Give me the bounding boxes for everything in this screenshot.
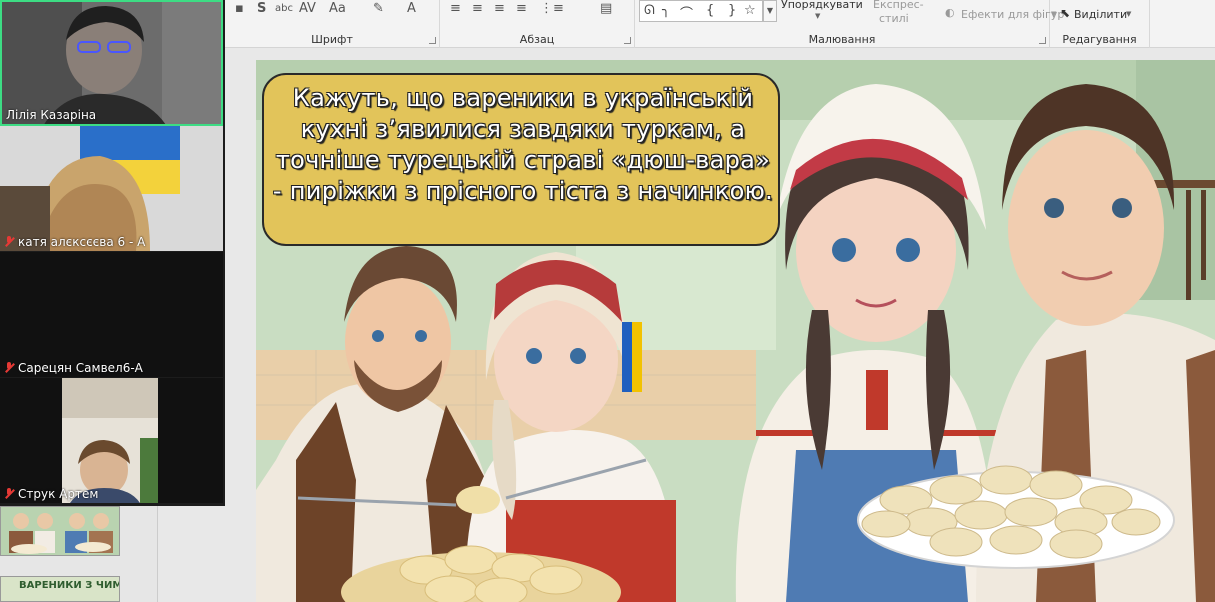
ribbon: ▪ S abc AV Aa ✎ A Шрифт ≡ ≡ ≡ ≡ ⋮≡ ▤ Абз…: [225, 0, 1215, 48]
left-brace-shape-icon[interactable]: {: [706, 3, 714, 18]
text-shadow-icon[interactable]: S: [257, 0, 266, 18]
participant-video: [62, 378, 158, 503]
strike-abc-icon[interactable]: abc: [275, 0, 293, 18]
participant-name: Лілія Казаріна: [6, 108, 97, 122]
font-dialog-launcher-icon[interactable]: [429, 37, 436, 44]
thumbnail-title: ВАРЕНИКИ З ЧИМ?: [19, 580, 120, 591]
ribbon-group-drawing: ᘏ ╮ ⌒ { } ☆ ▼ Упорядкувати ▼ Експрес- ст…: [635, 0, 1064, 48]
slide-callout-box[interactable]: Кажуть, що вареники в українській кухні …: [262, 73, 780, 246]
ribbon-group-paragraph: ≡ ≡ ≡ ≡ ⋮≡ ▤ Абзац: [440, 0, 635, 48]
change-case-icon[interactable]: Aa: [329, 0, 346, 18]
smartart-icon[interactable]: ▤: [600, 0, 612, 18]
char-spacing-icon[interactable]: AV: [299, 0, 316, 18]
muted-mic-icon: [4, 488, 14, 499]
highlight-icon[interactable]: ✎: [373, 0, 384, 18]
paragraph-dialog-launcher-icon[interactable]: [624, 37, 631, 44]
arrange-button[interactable]: Упорядкувати: [781, 0, 863, 11]
quick-styles-button-line2: стилі: [879, 12, 909, 25]
participant-name-text: Струк Артем: [18, 487, 99, 501]
arc-shape-icon[interactable]: ⌒: [680, 3, 693, 22]
star-shape-icon[interactable]: ☆: [744, 3, 756, 18]
curve-shape-icon[interactable]: ╮: [662, 3, 670, 18]
participant-name: Сарецян Самвел6-А: [4, 361, 143, 375]
slide-thumbnail[interactable]: ВАРЕНИКИ З ЧИМ?: [0, 576, 120, 602]
participants-panel: Лілія Казаріна катя алєксєєва 6 - А Саре…: [0, 0, 225, 506]
ribbon-group-label: Абзац: [519, 33, 555, 46]
participant-name-text: Сарецян Самвел6-А: [18, 361, 143, 375]
participant-name: Струк Артем: [4, 487, 98, 501]
align-right-icon[interactable]: ≡: [494, 0, 505, 18]
participant-name: катя алєксєєва 6 - А: [4, 235, 145, 249]
participant-tile[interactable]: Струк Артем: [0, 378, 223, 503]
participant-tile[interactable]: Лілія Казаріна: [0, 0, 223, 126]
app-window: ▪ S abc AV Aa ✎ A Шрифт ≡ ≡ ≡ ≡ ⋮≡ ▤ Абз…: [0, 0, 1215, 602]
strikethrough-icon[interactable]: ▪: [235, 0, 244, 18]
justify-icon[interactable]: ≡: [516, 0, 527, 18]
right-brace-shape-icon[interactable]: }: [728, 3, 736, 18]
slide-thumbnail-pane: ВАРЕНИКИ З ЧИМ?: [0, 506, 158, 602]
ribbon-group-label: Редагування: [1062, 33, 1137, 46]
select-dropdown-icon[interactable]: ▼: [1126, 10, 1131, 18]
participant-video: [0, 126, 223, 251]
shape-effects-icon[interactable]: ◐: [945, 6, 955, 19]
select-button[interactable]: Виділити: [1074, 8, 1127, 21]
participant-tile[interactable]: Сарецян Самвел6-А: [0, 252, 223, 377]
slide-callout-text: Кажуть, що вареники в українській кухні …: [272, 84, 774, 205]
quick-styles-button[interactable]: Експрес-: [873, 0, 924, 11]
freeform-shape-icon[interactable]: ᘏ: [644, 3, 655, 18]
font-color-icon[interactable]: A: [407, 0, 416, 18]
align-left-icon[interactable]: ≡: [450, 0, 461, 18]
ribbon-group-font: ▪ S abc AV Aa ✎ A Шрифт: [225, 0, 440, 48]
shapes-gallery[interactable]: ᘏ ╮ ⌒ { } ☆: [639, 0, 763, 22]
slide-thumbnail[interactable]: [0, 506, 120, 556]
shapes-gallery-more-button[interactable]: ▼: [763, 0, 777, 22]
ribbon-group-label: Шрифт: [311, 33, 353, 46]
shape-effects-button[interactable]: Ефекти для фігур: [961, 8, 1064, 21]
drawing-dialog-launcher-icon[interactable]: [1039, 37, 1046, 44]
columns-icon[interactable]: ⋮≡: [540, 0, 564, 18]
participant-name-text: катя алєксєєва 6 - А: [18, 235, 146, 249]
ribbon-group-label: Малювання: [808, 33, 876, 46]
muted-mic-icon: [4, 362, 14, 373]
align-center-icon[interactable]: ≡: [472, 0, 483, 18]
ribbon-group-editing: ⬉ Виділити ▼ Редагування: [1050, 0, 1150, 48]
participant-tile[interactable]: катя алєксєєва 6 - А: [0, 126, 223, 251]
select-cursor-icon[interactable]: ⬉: [1060, 6, 1070, 20]
muted-mic-icon: [4, 236, 14, 247]
arrange-dropdown-icon[interactable]: ▼: [815, 12, 820, 20]
thumbnail-image: [1, 507, 119, 555]
